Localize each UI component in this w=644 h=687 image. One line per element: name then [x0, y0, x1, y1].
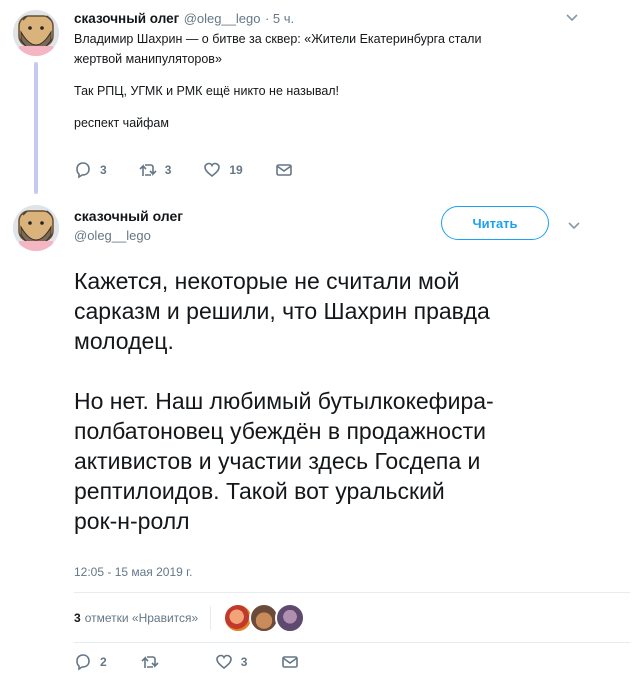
like-button[interactable]: 3: [215, 653, 248, 671]
text-line: Но нет. Наш любимый бутылкокефира-: [74, 388, 494, 414]
liker-avatar[interactable]: [275, 603, 306, 633]
avatar-illustration: [13, 205, 59, 251]
reply-count: 2: [100, 655, 107, 669]
tweet-timestamp[interactable]: 12:05 - 15 мая 2019 г.: [74, 565, 192, 579]
dm-button[interactable]: [275, 161, 293, 179]
author-handle[interactable]: @oleg__lego: [184, 11, 261, 26]
separator: [210, 606, 212, 630]
dm-button[interactable]: [281, 653, 299, 671]
text-line: Кажется, некоторые не считали мой: [74, 268, 460, 294]
thread-line: [34, 62, 38, 194]
mail-icon: [275, 164, 292, 176]
divider: [74, 642, 630, 643]
text-line: рептилоидов. Такой вот уральский: [74, 478, 445, 504]
like-count: 19: [229, 163, 243, 177]
likes-summary[interactable]: 3 отметки «Нравится»: [74, 603, 306, 633]
like-button[interactable]: 19: [203, 161, 243, 179]
reply-icon: [76, 654, 90, 671]
chevron-down-icon: [566, 14, 578, 22]
retweet-icon: [139, 164, 157, 176]
text-line: рок-н-ролл: [74, 508, 190, 534]
mail-icon: [282, 656, 299, 668]
author-name[interactable]: сказочный олег: [74, 208, 183, 224]
author-name[interactable]: сказочный олег: [74, 11, 179, 26]
heart-icon: [215, 654, 232, 670]
text-line: Так РПЦ, УГМК и РМК ещё никто не называл…: [74, 84, 340, 98]
author-handle[interactable]: @oleg__lego: [74, 228, 183, 243]
more-menu-button[interactable]: [567, 218, 581, 237]
text-line: молодец.: [74, 328, 174, 354]
avatar[interactable]: [13, 205, 59, 251]
main-author: сказочный олег @oleg__lego: [74, 208, 183, 243]
avatar[interactable]: [13, 10, 59, 56]
like-count: 3: [240, 655, 248, 669]
text-line: жертвой манипуляторов»: [74, 52, 222, 66]
avatar-illustration: [13, 10, 59, 56]
tweet-body: Кажется, некоторые не считали мой сарказ…: [74, 266, 634, 536]
follow-button[interactable]: Читать: [441, 206, 549, 240]
text-line: активистов и участии здесь Госдепа и: [74, 448, 481, 474]
more-menu-button[interactable]: [565, 10, 579, 29]
main-actions: 2 3: [74, 653, 299, 671]
reply-header: сказочный олег @oleg__lego · 5 ч.: [74, 10, 294, 28]
retweet-icon: [141, 656, 159, 668]
likes-count: 3: [74, 611, 81, 625]
text-line: полбатоновец убеждён в продажности: [74, 418, 486, 444]
divider: [74, 592, 630, 593]
chevron-down-icon: [568, 222, 580, 230]
reply-icon: [76, 162, 90, 179]
reply-text: Владимир Шахрин — о битве за сквер: «Жит…: [74, 29, 614, 133]
text-line: сарказм и решили, что Шахрин правда: [74, 298, 490, 324]
text-line: респект чайфам: [74, 116, 169, 130]
reply-button[interactable]: 2: [74, 653, 107, 671]
liker-avatars: [223, 603, 306, 633]
retweet-button[interactable]: [141, 653, 181, 671]
tweet-time[interactable]: · 5 ч.: [265, 11, 294, 26]
retweet-button[interactable]: 3: [139, 161, 172, 179]
heart-icon: [204, 162, 221, 178]
text-line: Владимир Шахрин — о битве за сквер: «Жит…: [74, 32, 482, 46]
reply-actions: 3 3 19: [74, 161, 293, 179]
retweet-count: 3: [164, 163, 172, 177]
likes-label: отметки «Нравится»: [84, 611, 199, 625]
reply-count: 3: [100, 163, 107, 177]
reply-button[interactable]: 3: [74, 161, 107, 179]
